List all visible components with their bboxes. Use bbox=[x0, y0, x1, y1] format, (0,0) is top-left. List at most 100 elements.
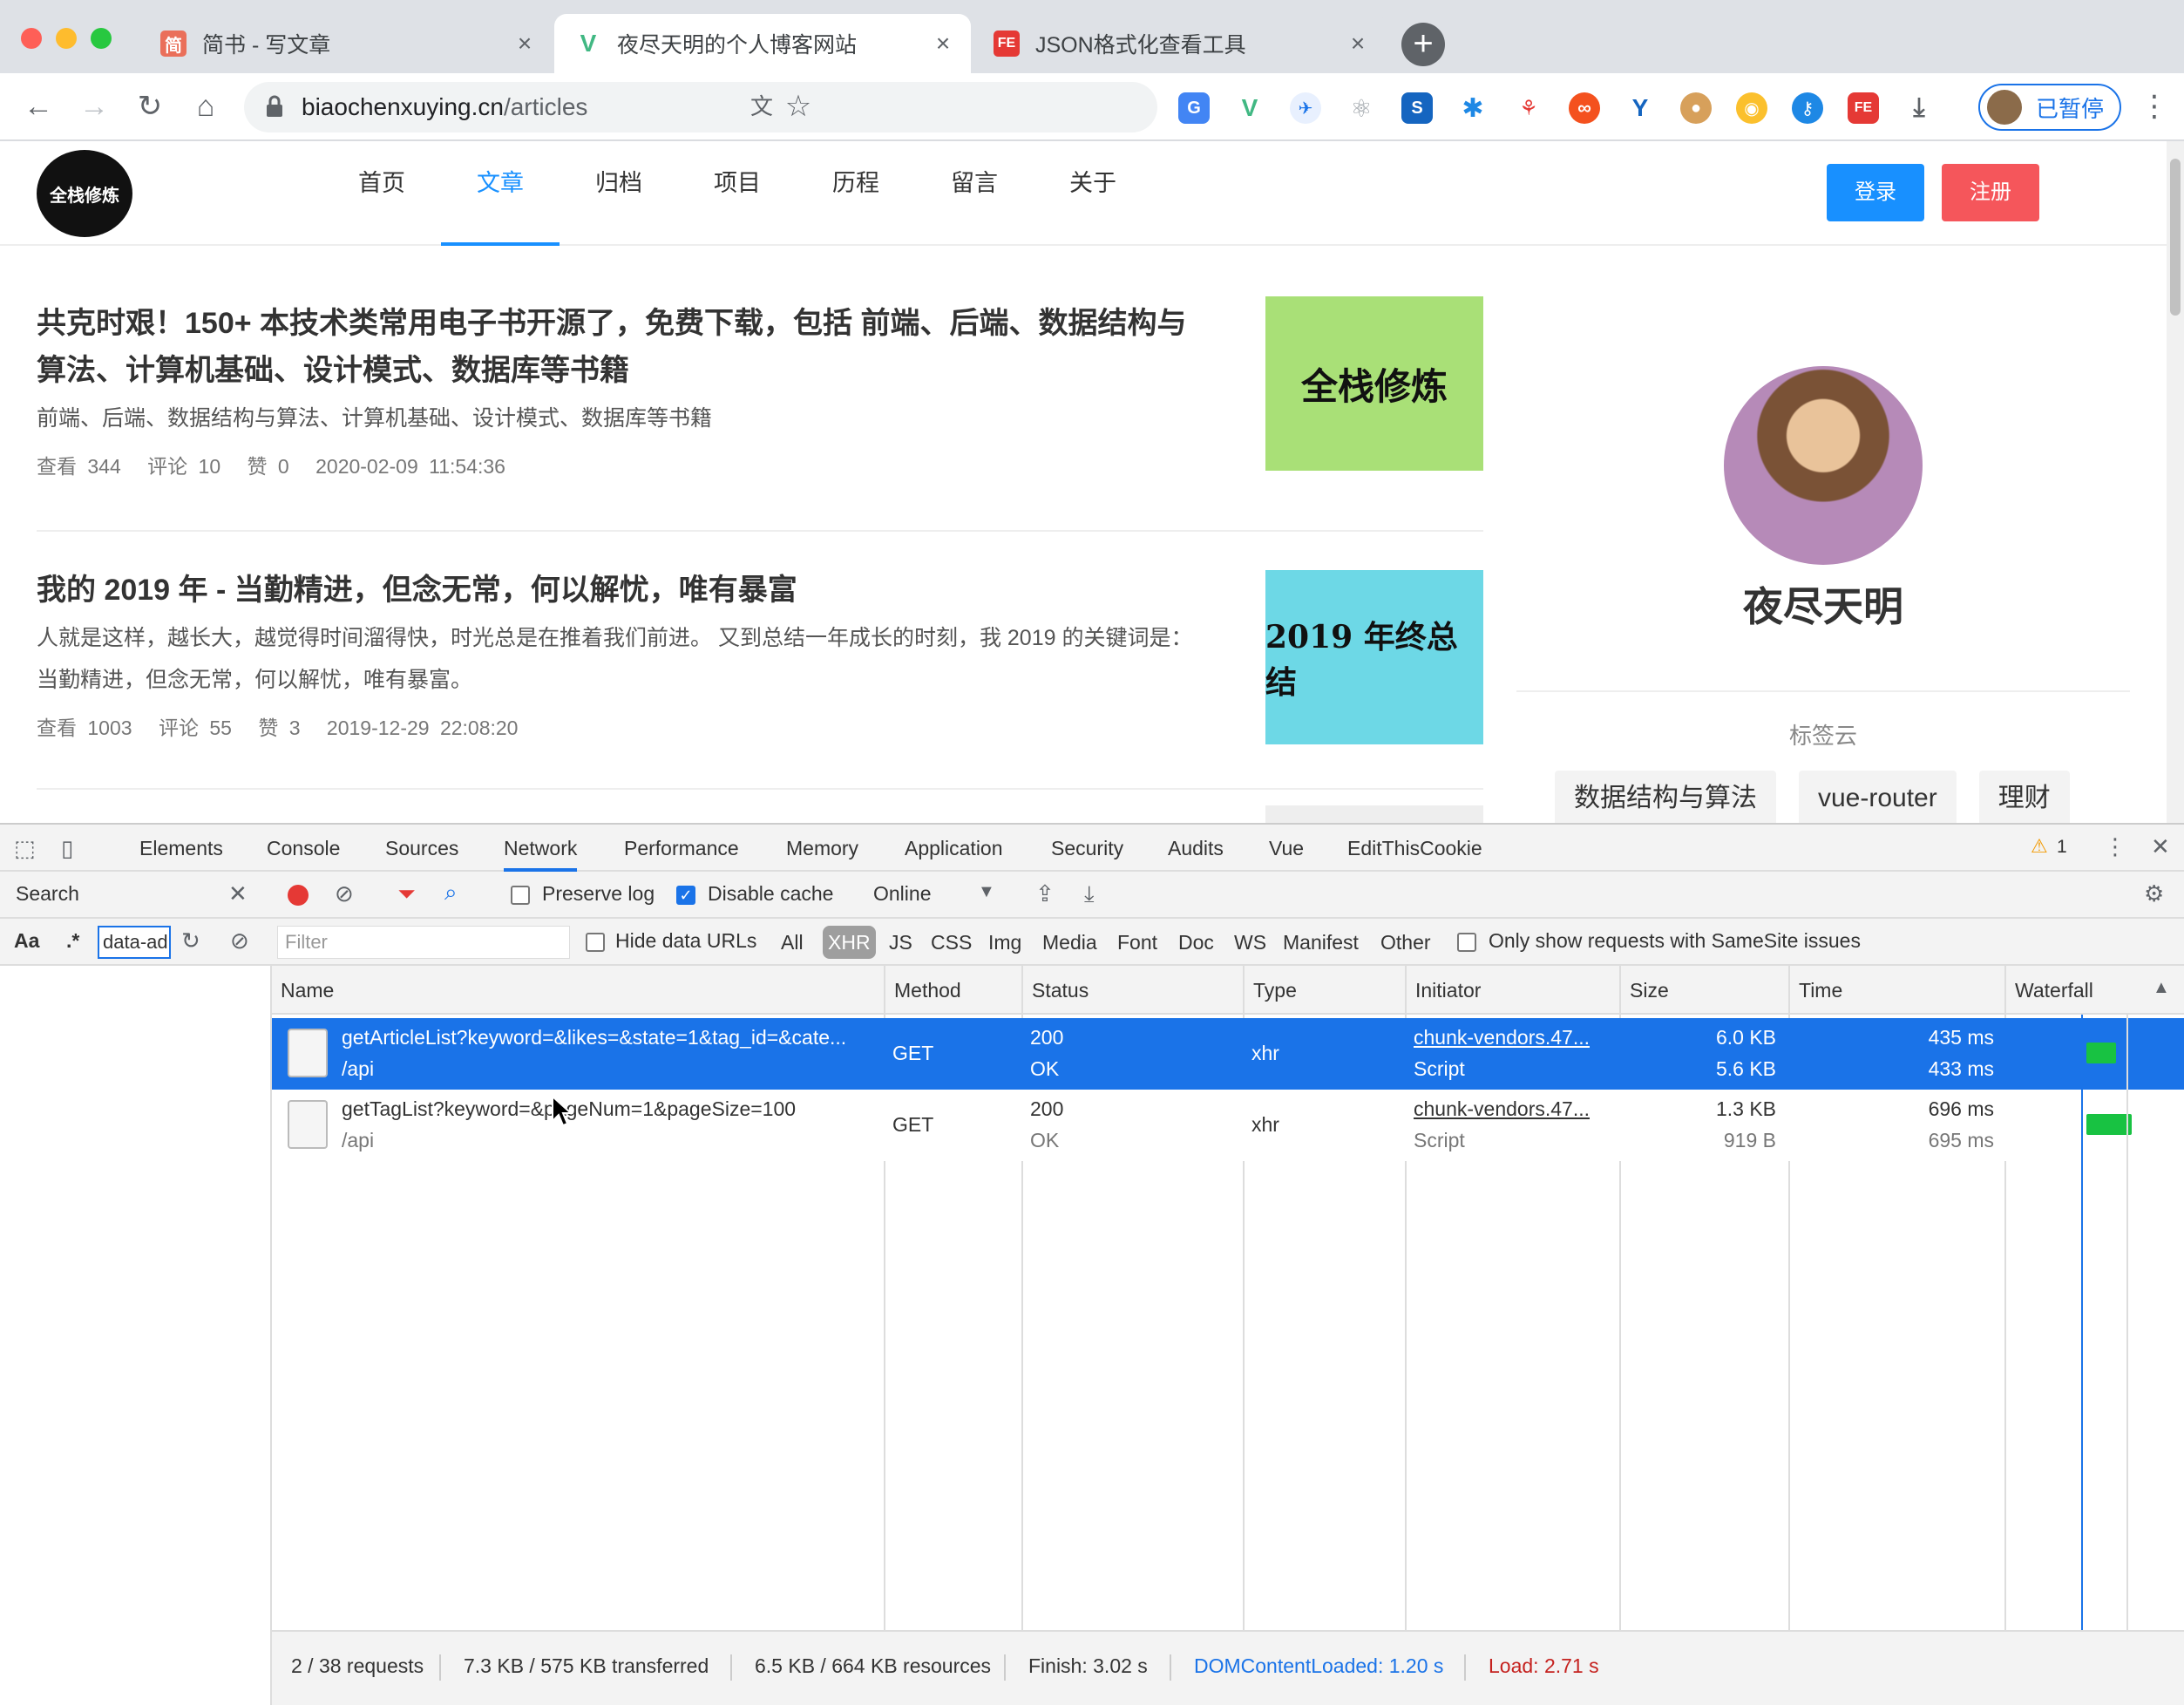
filter-type-other[interactable]: Other bbox=[1377, 926, 1435, 959]
nav-item-articles[interactable]: 文章 bbox=[441, 141, 560, 246]
tab-network[interactable]: Network bbox=[504, 825, 578, 872]
column-header-initiator[interactable]: Initiator bbox=[1405, 966, 1619, 1015]
nav-item-projects[interactable]: 项目 bbox=[678, 141, 797, 246]
preserve-log-checkbox[interactable] bbox=[511, 886, 530, 905]
record-icon[interactable] bbox=[288, 885, 309, 906]
column-header-status[interactable]: Status bbox=[1021, 966, 1243, 1015]
match-case-toggle[interactable]: Aa bbox=[14, 929, 39, 953]
filter-type-ws[interactable]: WS bbox=[1231, 926, 1270, 959]
s-extension-icon[interactable]: S bbox=[1401, 92, 1433, 124]
request-name[interactable]: getTagList?keyword=&pageNum=1&pageSize=1… bbox=[342, 1093, 877, 1124]
y-extension-icon[interactable]: Y bbox=[1624, 92, 1656, 124]
clear-search-icon[interactable]: ⊘ bbox=[230, 927, 249, 954]
tab-sources[interactable]: Sources bbox=[385, 825, 458, 872]
close-tab-icon[interactable]: × bbox=[512, 30, 537, 58]
tag-item[interactable]: vue-router bbox=[1799, 771, 1957, 823]
vue-devtools-extension-icon[interactable]: V bbox=[1234, 92, 1265, 124]
column-header-name[interactable]: Name bbox=[272, 966, 884, 1015]
tab-vue[interactable]: Vue bbox=[1269, 825, 1304, 872]
new-tab-button[interactable]: + bbox=[1401, 23, 1445, 66]
filter-type-doc[interactable]: Doc bbox=[1175, 926, 1217, 959]
article-item[interactable]: 共克时艰！150+ 本技术类常用电子书开源了，免费下载，包括 前端、后端、数据结… bbox=[37, 296, 1483, 518]
article-cover-image[interactable]: 2019 年终总结 bbox=[1265, 570, 1483, 744]
sort-ascending-icon[interactable]: ▲ bbox=[2153, 978, 2170, 998]
fe-extension-icon[interactable]: FE bbox=[1848, 92, 1879, 124]
react-extension-icon[interactable]: ⚛ bbox=[1346, 92, 1377, 124]
tab-audits[interactable]: Audits bbox=[1168, 825, 1224, 872]
column-header-method[interactable]: Method bbox=[884, 966, 1021, 1015]
more-menu-icon[interactable]: ⋮ bbox=[2137, 89, 2172, 124]
tab-editthiscookie[interactable]: EditThisCookie bbox=[1347, 825, 1482, 872]
close-tab-icon[interactable]: × bbox=[931, 30, 955, 58]
filter-type-all[interactable]: All bbox=[777, 926, 807, 959]
login-button[interactable]: 登录 bbox=[1827, 164, 1924, 221]
network-extension-icon[interactable]: ⚘ bbox=[1513, 92, 1544, 124]
close-window-button[interactable] bbox=[21, 28, 42, 49]
request-initiator-link[interactable]: chunk-vendors.47... bbox=[1414, 1022, 1590, 1053]
tab-security[interactable]: Security bbox=[1051, 825, 1123, 872]
close-search-icon[interactable]: ✕ bbox=[228, 880, 248, 907]
filter-type-css[interactable]: CSS bbox=[927, 926, 975, 959]
google-translate-extension-icon[interactable]: G bbox=[1178, 92, 1210, 124]
import-har-icon[interactable]: ⇪ bbox=[1035, 880, 1055, 907]
browser-tab-jianshu[interactable]: 简 简书 - 写文章 × bbox=[139, 14, 553, 73]
tab-elements[interactable]: Elements bbox=[139, 825, 223, 872]
clear-icon[interactable]: ⊘ bbox=[335, 880, 354, 907]
key-extension-icon[interactable]: ⚷ bbox=[1792, 92, 1823, 124]
hide-data-urls-checkbox[interactable] bbox=[586, 933, 605, 952]
home-icon[interactable]: ⌂ bbox=[188, 89, 223, 124]
article-title[interactable]: 共克时艰！150+ 本技术类常用电子书开源了，免费下载，包括 前端、后端、数据结… bbox=[37, 300, 1204, 394]
warning-count[interactable]: 1 bbox=[2057, 837, 2067, 858]
nav-item-archive[interactable]: 归档 bbox=[560, 141, 678, 246]
browser-tab-blog[interactable]: V 夜尽天明的个人博客网站 × bbox=[554, 14, 971, 73]
tab-application[interactable]: Application bbox=[905, 825, 1003, 872]
reload-icon[interactable]: ↻ bbox=[132, 89, 167, 124]
tag-item[interactable]: 理财 bbox=[1978, 771, 2070, 823]
request-initiator-link[interactable]: chunk-vendors.47... bbox=[1414, 1093, 1590, 1124]
translate-icon[interactable]: 文 bbox=[744, 89, 779, 124]
devtools-menu-icon[interactable]: ⋮ bbox=[2104, 833, 2126, 860]
maximize-window-button[interactable] bbox=[91, 28, 112, 49]
column-header-type[interactable]: Type bbox=[1243, 966, 1405, 1015]
column-header-time[interactable]: Time bbox=[1788, 966, 2004, 1015]
nav-item-home[interactable]: 首页 bbox=[322, 141, 441, 246]
tag-item[interactable]: 数据结构与算法 bbox=[1555, 771, 1776, 823]
page-scrollbar[interactable] bbox=[2167, 141, 2184, 823]
tab-console[interactable]: Console bbox=[267, 825, 340, 872]
chevron-down-icon[interactable]: ▼ bbox=[978, 882, 995, 902]
nav-item-messages[interactable]: 留言 bbox=[915, 141, 1034, 246]
network-settings-gear-icon[interactable]: ⚙ bbox=[2144, 880, 2164, 907]
regex-toggle[interactable]: .* bbox=[66, 929, 79, 953]
search-input[interactable]: data-ad bbox=[98, 926, 171, 959]
request-name[interactable]: getArticleList?keyword=&likes=&state=1&t… bbox=[342, 1022, 877, 1053]
address-bar[interactable]: biaochenxuying.cn/articles 文 ☆ bbox=[244, 82, 1157, 132]
tab-performance[interactable]: Performance bbox=[624, 825, 739, 872]
column-header-size[interactable]: Size bbox=[1619, 966, 1788, 1015]
article-item[interactable]: 我的 2019 年 - 当勤精进，但念无常，何以解忧，唯有暴富 人就是这样，越长… bbox=[37, 567, 1483, 785]
filter-type-manifest[interactable]: Manifest bbox=[1279, 926, 1362, 959]
filter-type-xhr[interactable]: XHR bbox=[823, 926, 876, 959]
table-row[interactable]: getArticleList?keyword=&likes=&state=1&t… bbox=[272, 1018, 2184, 1090]
search-icon[interactable]: ⌕ bbox=[444, 879, 458, 907]
bookmark-star-icon[interactable]: ☆ bbox=[781, 89, 816, 124]
samesite-checkbox[interactable] bbox=[1457, 933, 1476, 952]
scrollbar-thumb[interactable] bbox=[2170, 159, 2181, 316]
nav-item-about[interactable]: 关于 bbox=[1034, 141, 1152, 246]
nav-item-timeline[interactable]: 历程 bbox=[797, 141, 915, 246]
filter-type-js[interactable]: JS bbox=[885, 926, 916, 959]
filter-type-img[interactable]: Img bbox=[985, 926, 1025, 959]
filter-type-font[interactable]: Font bbox=[1114, 926, 1161, 959]
inspect-element-icon[interactable]: ⬚ bbox=[14, 835, 36, 862]
article-cover-image[interactable]: 全栈修炼 bbox=[1265, 296, 1483, 471]
back-icon[interactable]: ← bbox=[21, 89, 56, 124]
device-toolbar-icon[interactable]: ▯ bbox=[61, 835, 73, 862]
forward-icon[interactable]: → bbox=[77, 89, 112, 124]
refresh-search-icon[interactable]: ↻ bbox=[181, 927, 200, 954]
close-tab-icon[interactable]: × bbox=[1346, 30, 1370, 58]
browser-tab-json[interactable]: FE JSON格式化查看工具 × bbox=[973, 14, 1386, 73]
warning-icon[interactable]: ⚠ bbox=[2031, 835, 2048, 858]
disable-cache-checkbox[interactable]: ✓ bbox=[676, 886, 695, 905]
register-button[interactable]: 注册 bbox=[1942, 164, 2039, 221]
bird-extension-icon[interactable]: ✈ bbox=[1290, 92, 1321, 124]
tab-memory[interactable]: Memory bbox=[786, 825, 858, 872]
